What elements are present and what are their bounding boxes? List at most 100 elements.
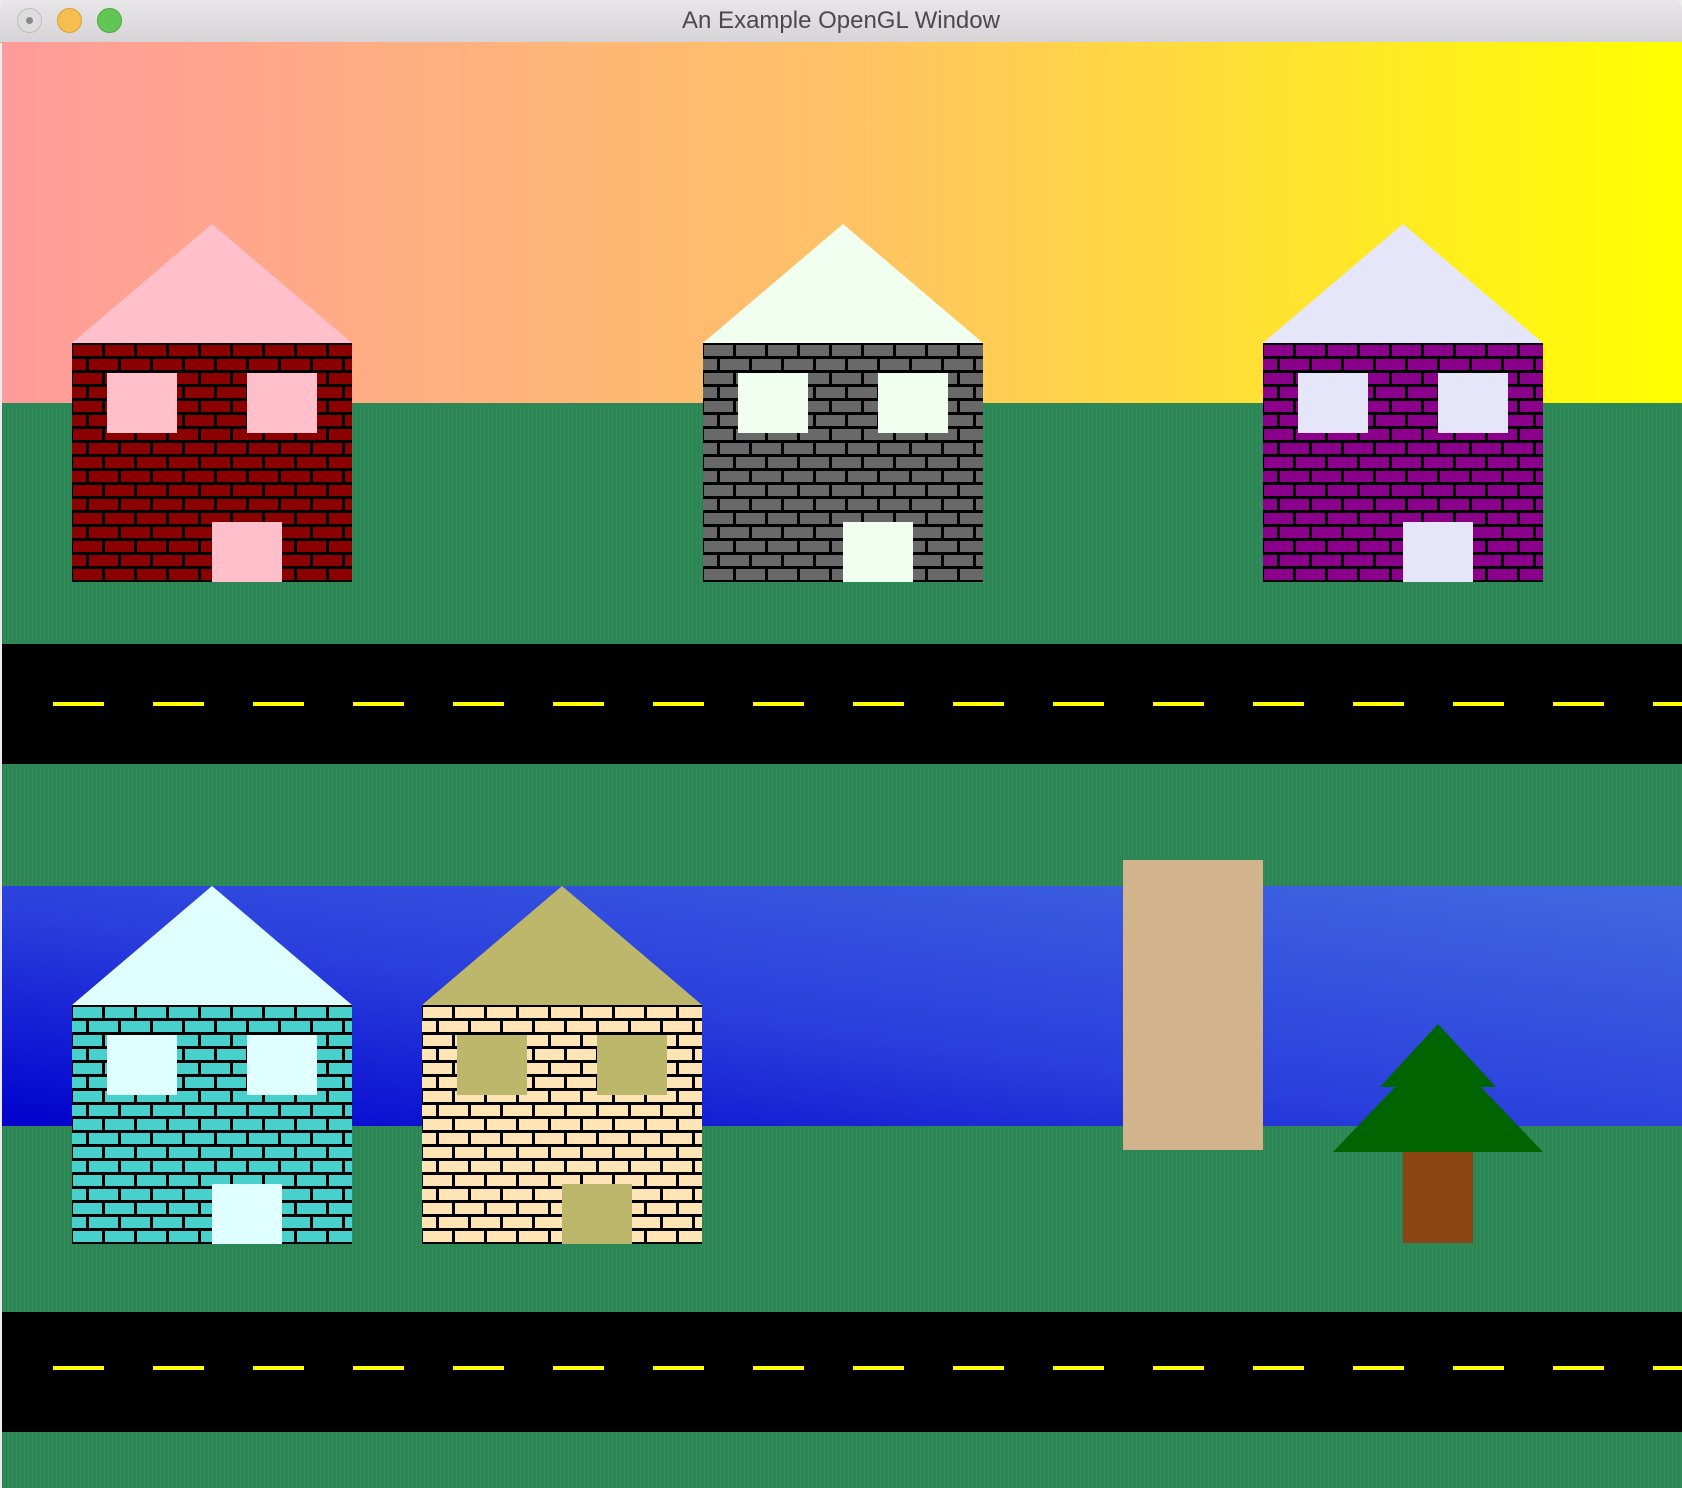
brick <box>944 415 973 426</box>
brick <box>249 1021 278 1032</box>
brick <box>1264 569 1293 580</box>
brick <box>185 1161 214 1172</box>
brick <box>816 471 845 482</box>
brick <box>816 387 845 398</box>
brick <box>1456 345 1485 356</box>
brick <box>313 1217 342 1228</box>
brick <box>265 1119 294 1130</box>
brick <box>201 373 230 384</box>
brick <box>1360 569 1389 580</box>
brick <box>1440 359 1469 370</box>
brick <box>185 1133 214 1144</box>
brick <box>800 513 829 524</box>
brick <box>1376 415 1405 426</box>
brick <box>1392 401 1421 412</box>
brick <box>121 471 150 482</box>
brick <box>784 359 813 370</box>
brick <box>73 1231 102 1242</box>
lane-dash <box>253 702 304 706</box>
brick <box>1488 569 1517 580</box>
brick <box>1344 443 1373 454</box>
brick <box>265 1147 294 1158</box>
brick <box>720 471 749 482</box>
brick <box>313 1077 342 1088</box>
brick <box>912 471 941 482</box>
brick <box>1264 401 1293 412</box>
brick <box>1344 359 1373 370</box>
brick <box>800 485 829 496</box>
lane-dash <box>653 1366 704 1370</box>
brick <box>73 373 102 384</box>
brick <box>720 527 749 538</box>
title-bar[interactable]: An Example OpenGL Window <box>0 0 1682 43</box>
brick <box>864 457 893 468</box>
brick <box>185 1217 214 1228</box>
brick <box>896 485 925 496</box>
brick <box>105 513 134 524</box>
brick <box>185 1021 214 1032</box>
lane-dash <box>653 702 704 706</box>
brick <box>185 359 214 370</box>
brick <box>105 1231 134 1242</box>
brick <box>249 1105 278 1116</box>
brick <box>89 1105 118 1116</box>
brick <box>631 1105 660 1116</box>
brick <box>599 1021 628 1032</box>
brick <box>1504 359 1533 370</box>
brick <box>471 1133 500 1144</box>
brick <box>567 1133 596 1144</box>
brick <box>1472 499 1501 510</box>
brick <box>487 1007 516 1018</box>
brick <box>567 1161 596 1172</box>
brick <box>185 471 214 482</box>
brick <box>1328 569 1357 580</box>
brick <box>313 471 342 482</box>
brick <box>615 1119 644 1130</box>
brick <box>1440 471 1469 482</box>
brick <box>313 359 342 370</box>
brick <box>89 1189 118 1200</box>
lane-dash <box>1553 1366 1604 1370</box>
door <box>1403 522 1473 582</box>
brick <box>201 1119 230 1130</box>
brick <box>313 443 342 454</box>
brick <box>599 1161 628 1172</box>
brick <box>1392 457 1421 468</box>
brick <box>73 541 102 552</box>
brick <box>455 1203 484 1214</box>
brick <box>423 1063 452 1074</box>
lane-dash <box>553 702 604 706</box>
window-left <box>457 1035 527 1095</box>
brick <box>121 1189 150 1200</box>
brick <box>704 485 733 496</box>
brick <box>249 1133 278 1144</box>
brick <box>647 1203 676 1214</box>
brick <box>137 1231 166 1242</box>
brick <box>217 1133 246 1144</box>
brick <box>752 499 781 510</box>
brick <box>1312 471 1341 482</box>
door <box>212 522 282 582</box>
brick <box>848 359 877 370</box>
brick <box>1264 457 1293 468</box>
brick <box>551 1035 580 1046</box>
brick <box>249 499 278 510</box>
brick <box>928 457 957 468</box>
brick <box>1408 499 1437 510</box>
brick <box>249 471 278 482</box>
opengl-canvas[interactable] <box>2 42 1682 1488</box>
brick <box>169 1203 198 1214</box>
brick <box>1376 387 1405 398</box>
brick <box>880 443 909 454</box>
brick <box>105 541 134 552</box>
brick <box>89 359 118 370</box>
lane-dash <box>753 1366 804 1370</box>
brick <box>105 485 134 496</box>
brick <box>439 1133 468 1144</box>
brick <box>1504 471 1533 482</box>
brick <box>1312 443 1341 454</box>
brick <box>1360 345 1389 356</box>
brick <box>1488 345 1517 356</box>
brick <box>137 1119 166 1130</box>
brick <box>832 373 861 384</box>
